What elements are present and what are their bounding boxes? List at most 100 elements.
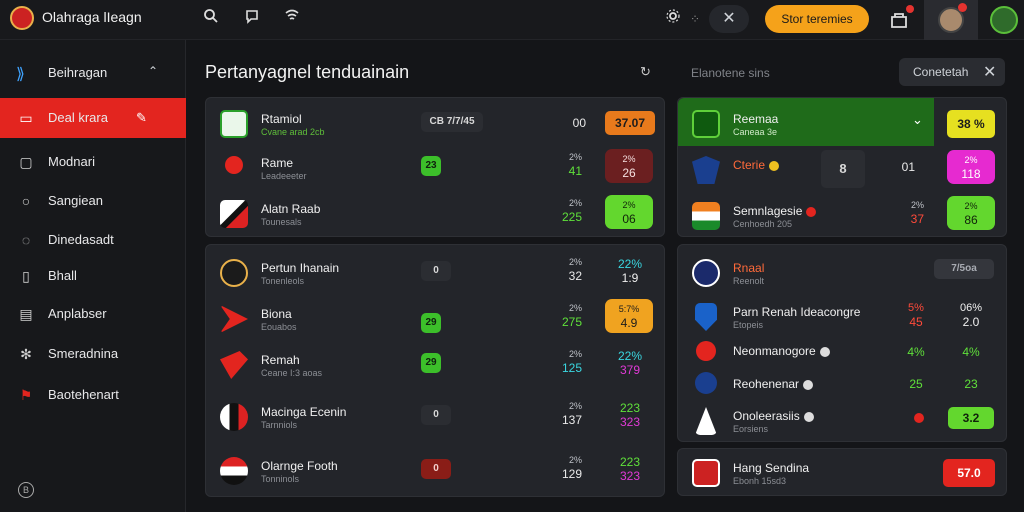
team-sub: Leadeeeter bbox=[261, 171, 307, 181]
odds-value[interactable]: 4% bbox=[951, 345, 991, 359]
match-row[interactable]: Rame Leadeeeter 23 2% 41 2% 26 bbox=[206, 146, 664, 186]
sidebar-item-anplabser[interactable]: ▤ Anplabser bbox=[0, 294, 186, 334]
match-row[interactable]: Reohenenar 25 23 bbox=[678, 363, 1006, 403]
search-icon[interactable] bbox=[200, 8, 222, 30]
odds-button[interactable]: 2% 118 bbox=[947, 150, 995, 184]
right-filter-button[interactable]: Conetetah ✕ bbox=[899, 58, 1005, 86]
match-row[interactable]: Macinga Ecenin Tarnniols 0 2% 137 223 32… bbox=[206, 395, 664, 435]
primary-cta-button[interactable]: Stor teremies bbox=[765, 5, 869, 33]
odds-value: 26 bbox=[622, 166, 636, 180]
odds-value[interactable]: 45 bbox=[896, 315, 936, 329]
info-icon bbox=[803, 379, 814, 390]
user-menu[interactable] bbox=[924, 0, 978, 40]
match-mid-small: 2% bbox=[568, 349, 582, 359]
odds-button[interactable]: 2% 26 bbox=[605, 149, 653, 183]
refresh-icon[interactable]: ↻ bbox=[640, 64, 651, 80]
sidebar-item-smeradnina[interactable]: ✻ Smeradnina bbox=[0, 334, 186, 374]
team-name-text: Semnlagesie bbox=[733, 204, 803, 218]
match-row[interactable]: Rnaal Reenolt 7/5oa bbox=[678, 251, 1006, 291]
match-row[interactable]: Remah Ceane I:3 aoas 29 2% 125 22% 379 bbox=[206, 343, 664, 383]
app-logo[interactable] bbox=[10, 6, 34, 30]
team-crest-icon bbox=[695, 372, 717, 394]
chat-icon[interactable] bbox=[241, 8, 263, 30]
odds-label[interactable]: 22% bbox=[610, 257, 650, 271]
odds-value[interactable]: 2.0 bbox=[951, 315, 991, 329]
team-name: Cterie bbox=[733, 158, 780, 172]
match-row[interactable]: Alatn Raab Tounesals 2% 225 2% 06 bbox=[206, 192, 664, 232]
odds-label[interactable]: 223 bbox=[610, 455, 650, 469]
sidebar-item-deal[interactable]: ▭ Deal krara ✎ bbox=[0, 98, 186, 138]
match-row[interactable]: Rtamiol Cvane arad 2cb CB 7/7/45 00 37.0… bbox=[206, 102, 664, 142]
close-icon[interactable]: ✕ bbox=[983, 62, 996, 82]
odds-value[interactable]: 25 bbox=[896, 377, 936, 391]
team-name: Rtamiol bbox=[261, 112, 302, 126]
bookmark-icon: ▯ bbox=[22, 268, 30, 284]
odds-button[interactable]: 5:7% 4.9 bbox=[605, 299, 653, 333]
odds-value[interactable]: 323 bbox=[610, 415, 650, 429]
match-mid: 137 bbox=[561, 413, 582, 427]
odds-button[interactable]: 57.0 bbox=[943, 459, 995, 487]
odds-label[interactable]: 06% bbox=[951, 301, 991, 315]
sidebar: ⟫ Beihragan ⌃ ▭ Deal krara ✎ ▢ Modnari ○… bbox=[0, 40, 186, 512]
match-row[interactable]: Cterie 8 01 2% 118 bbox=[678, 148, 1006, 188]
team-name: Remah bbox=[261, 353, 300, 367]
wifi-icon[interactable] bbox=[281, 8, 303, 30]
team-crest-icon bbox=[225, 156, 243, 174]
sidebar-item-bhall[interactable]: ▯ Bhall bbox=[0, 256, 186, 296]
team-crest-icon bbox=[695, 303, 717, 331]
odds-button[interactable]: 2% 86 bbox=[947, 196, 995, 230]
odds-value[interactable]: 323 bbox=[610, 469, 650, 483]
sidebar-header[interactable]: ⟫ Beihragan ⌃ bbox=[0, 58, 186, 88]
grid-icon[interactable]: ⁘ bbox=[684, 8, 706, 30]
profile-icon[interactable] bbox=[990, 6, 1018, 34]
odds-value[interactable]: 23 bbox=[951, 377, 991, 391]
match-mid-small: 2% bbox=[568, 401, 582, 411]
score-value: 01 bbox=[901, 160, 915, 174]
chevron-up-icon[interactable]: ⌃ bbox=[148, 64, 158, 78]
odds-value[interactable]: 1:9 bbox=[610, 271, 650, 285]
odds-label: 2% bbox=[622, 154, 636, 164]
avatar-badge bbox=[958, 3, 967, 12]
score-pill: CB 7/7/45 bbox=[421, 112, 483, 132]
match-row[interactable]: Olarnge Footh Tonninols 0 2% 129 223 323 bbox=[206, 449, 664, 489]
sidebar-item-modnari[interactable]: ▢ Modnari bbox=[0, 142, 186, 182]
notification-icon[interactable] bbox=[888, 5, 914, 30]
odds-label[interactable]: 223 bbox=[610, 401, 650, 415]
odds-label[interactable]: 5% bbox=[896, 301, 936, 315]
sidebar-item-dinedasadt[interactable]: ◌ Dinedasadt bbox=[0, 220, 186, 260]
odds-value: 118 bbox=[961, 167, 981, 181]
odds-button[interactable]: 37.07 bbox=[605, 111, 655, 135]
match-row[interactable]: Pertun Ihanain Tonenleols 0 2% 32 22% 1:… bbox=[206, 251, 664, 291]
match-panel: Reemaa Caneaa 3e ⌄ 38 % Cterie 8 01 2% 1… bbox=[677, 97, 1007, 237]
odds-value[interactable]: 4% bbox=[896, 345, 936, 359]
team-crest-icon bbox=[692, 202, 720, 230]
close-button[interactable]: ✕ bbox=[709, 5, 749, 33]
match-row[interactable]: Biona Eouabos 29 2% 275 5:7% 4.9 bbox=[206, 297, 664, 337]
match-row[interactable]: Hang Sendina Ebonh 15sd3 57.0 bbox=[678, 451, 1006, 491]
team-crest-icon bbox=[692, 110, 720, 138]
odds-label[interactable]: 22% bbox=[610, 349, 650, 363]
footer-icon[interactable]: B bbox=[18, 482, 34, 498]
match-row[interactable]: Reemaa Caneaa 3e ⌄ 38 % bbox=[678, 102, 1006, 142]
sidebar-item-baotehenart[interactable]: ⚑ Baotehenart bbox=[0, 375, 186, 415]
odds-button[interactable]: 3.2 bbox=[948, 407, 994, 429]
sidebar-item-sangiean[interactable]: ○ Sangiean bbox=[0, 181, 186, 221]
match-row[interactable]: Parn Renah Ideacongre Etopeis 5% 45 06% … bbox=[678, 295, 1006, 335]
team-sub: Cenhoedh 205 bbox=[733, 219, 793, 229]
match-mid: 37 bbox=[910, 212, 924, 226]
chevron-down-icon[interactable]: ⌄ bbox=[912, 112, 923, 128]
edit-icon[interactable]: ✎ bbox=[136, 110, 147, 126]
team-sub: Eorsiens bbox=[733, 424, 769, 434]
odds-value[interactable]: 379 bbox=[610, 363, 650, 377]
settings-icon[interactable] bbox=[662, 8, 684, 30]
match-row[interactable]: Semnlagesie Cenhoedh 205 2% 37 2% 86 bbox=[678, 194, 1006, 234]
odds-label: 5:7% bbox=[618, 304, 640, 314]
team-crest-icon bbox=[696, 341, 716, 361]
score-pill: 29 bbox=[421, 353, 441, 373]
odds-button[interactable]: 2% 06 bbox=[605, 195, 653, 229]
match-row[interactable]: Onoleerasiis Eorsiens 3.2 bbox=[678, 399, 1006, 439]
odds-button[interactable]: 38 % bbox=[947, 110, 995, 138]
match-panel: Rtamiol Cvane arad 2cb CB 7/7/45 00 37.0… bbox=[205, 97, 665, 237]
team-name: Biona bbox=[261, 307, 292, 321]
team-sub: Ceane I:3 aoas bbox=[261, 368, 323, 378]
